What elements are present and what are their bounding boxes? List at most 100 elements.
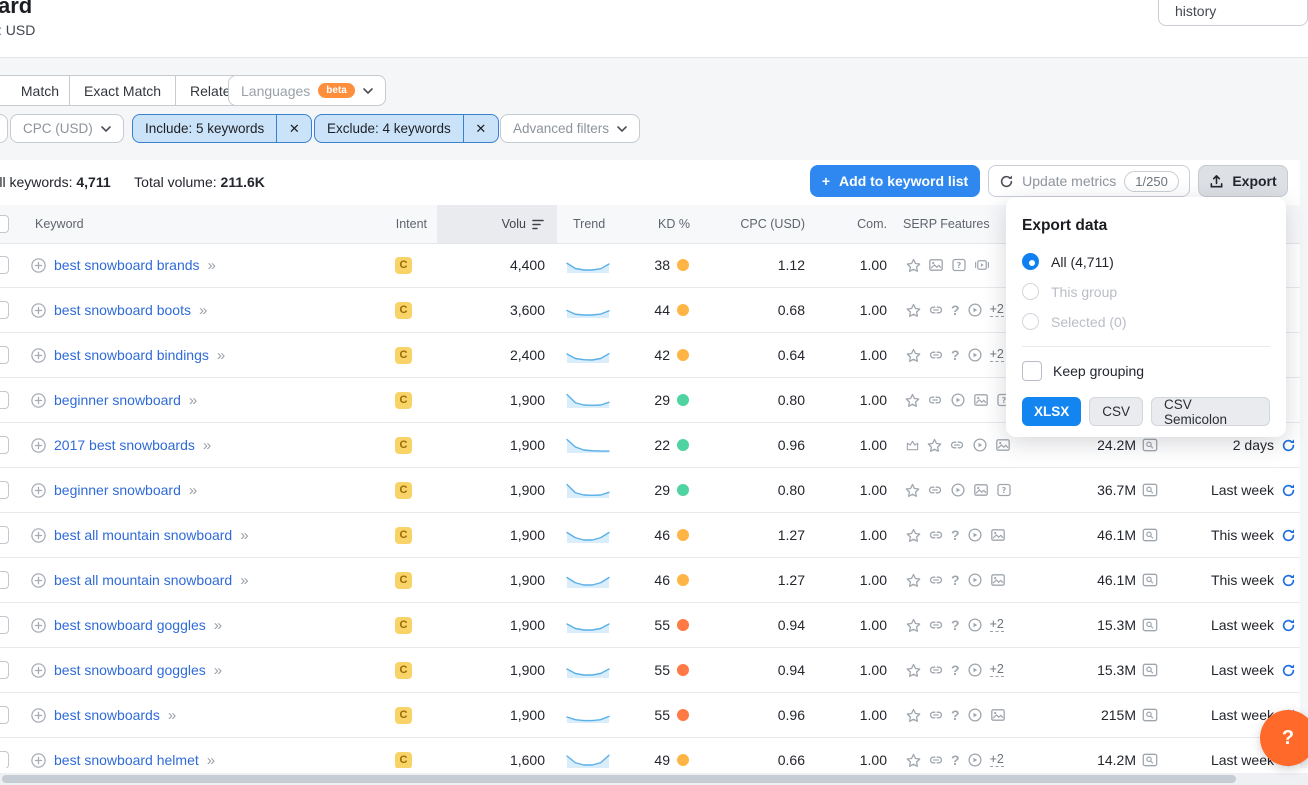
add-to-keyword-list-button[interactable]: + Add to keyword list xyxy=(810,165,980,197)
serp-preview-icon[interactable] xyxy=(1142,617,1158,633)
more-serp-features-link[interactable]: +2 xyxy=(990,663,1004,678)
radio-selected-icon[interactable] xyxy=(1022,253,1039,270)
expand-keyword-icon[interactable]: » xyxy=(203,437,211,454)
add-keyword-icon[interactable] xyxy=(30,482,46,498)
cpc-filter-dropdown[interactable]: CPC (USD) xyxy=(10,114,124,143)
expand-keyword-icon[interactable]: » xyxy=(189,392,197,409)
checkbox-unchecked-icon[interactable] xyxy=(1022,361,1042,381)
keyword-link[interactable]: 2017 best snowboards xyxy=(54,437,195,453)
column-cpc[interactable]: CPC (USD) xyxy=(700,217,810,231)
row-checkbox[interactable] xyxy=(0,346,9,364)
row-checkbox[interactable] xyxy=(0,751,9,768)
export-csv-semicolon-button[interactable]: CSV Semicolon xyxy=(1151,397,1270,426)
more-serp-features-link[interactable]: +2 xyxy=(990,618,1004,633)
table-row[interactable]: beginner snowboard»C1,900290.801.00?36.7… xyxy=(0,468,1300,513)
column-kd[interactable]: KD % xyxy=(625,217,700,231)
add-keyword-icon[interactable] xyxy=(30,392,46,408)
row-checkbox[interactable] xyxy=(0,481,9,499)
column-intent[interactable]: Intent xyxy=(385,217,437,231)
row-checkbox[interactable] xyxy=(0,436,9,454)
add-keyword-icon[interactable] xyxy=(30,752,46,768)
update-metrics-button[interactable]: Update metrics 1/250 xyxy=(988,165,1190,197)
keyword-link[interactable]: best snowboards xyxy=(54,707,160,723)
expand-keyword-icon[interactable]: » xyxy=(214,662,222,679)
remove-include-filter-icon[interactable]: ✕ xyxy=(276,115,311,142)
expand-keyword-icon[interactable]: » xyxy=(199,302,207,319)
add-keyword-icon[interactable] xyxy=(30,347,46,363)
keyword-link[interactable]: best snowboard brands xyxy=(54,257,200,273)
refresh-icon[interactable] xyxy=(1280,482,1296,498)
serp-preview-icon[interactable] xyxy=(1142,662,1158,678)
select-all-checkbox[interactable] xyxy=(0,215,9,233)
keyword-link[interactable]: best all mountain snowboard xyxy=(54,527,232,543)
expand-keyword-icon[interactable]: » xyxy=(189,482,197,499)
row-checkbox[interactable] xyxy=(0,301,9,319)
row-checkbox[interactable] xyxy=(0,256,9,274)
serp-preview-icon[interactable] xyxy=(1142,572,1158,588)
languages-dropdown[interactable]: Languages beta xyxy=(228,75,386,106)
table-row[interactable]: best snowboard helmet»C1,600490.661.00?+… xyxy=(0,738,1300,768)
refresh-icon[interactable] xyxy=(1280,662,1296,678)
expand-keyword-icon[interactable]: » xyxy=(217,347,225,364)
refresh-icon[interactable] xyxy=(1280,437,1296,453)
column-volume-sorted[interactable]: Volu xyxy=(437,205,557,243)
serp-preview-icon[interactable] xyxy=(1142,707,1158,723)
exclude-filter-chip[interactable]: Exclude: 4 keywords ✕ xyxy=(314,114,499,143)
add-keyword-icon[interactable] xyxy=(30,302,46,318)
include-filter-chip[interactable]: Include: 5 keywords ✕ xyxy=(132,114,312,143)
horizontal-scrollbar-thumb[interactable] xyxy=(2,775,1236,783)
expand-keyword-icon[interactable]: » xyxy=(240,572,248,589)
advanced-filters-dropdown[interactable]: Advanced filters xyxy=(500,114,640,143)
column-com[interactable]: Com. xyxy=(810,217,890,231)
table-row[interactable]: best snowboards»C1,900550.961.00?215MLas… xyxy=(0,693,1300,738)
column-keyword[interactable]: Keyword xyxy=(22,217,385,231)
keyword-link[interactable]: best snowboard boots xyxy=(54,302,191,318)
expand-keyword-icon[interactable]: » xyxy=(240,527,248,544)
row-checkbox[interactable] xyxy=(0,616,9,634)
view-search-history-button[interactable]: View search history xyxy=(1158,0,1308,26)
serp-preview-icon[interactable] xyxy=(1142,752,1158,768)
export-option-all[interactable]: All (4,711) xyxy=(1022,253,1270,270)
column-trend[interactable]: Trend xyxy=(557,217,625,231)
keyword-link[interactable]: best all mountain snowboard xyxy=(54,572,232,588)
row-checkbox[interactable] xyxy=(0,526,9,544)
add-keyword-icon[interactable] xyxy=(30,662,46,678)
row-checkbox[interactable] xyxy=(0,391,9,409)
export-button[interactable]: Export xyxy=(1198,165,1288,197)
expand-keyword-icon[interactable]: » xyxy=(208,257,216,274)
more-serp-features-link[interactable]: +2 xyxy=(990,753,1004,768)
remove-exclude-filter-icon[interactable]: ✕ xyxy=(463,115,498,142)
more-serp-features-link[interactable]: +2 xyxy=(990,303,1004,318)
keep-grouping-option[interactable]: Keep grouping xyxy=(1022,361,1270,381)
add-keyword-icon[interactable] xyxy=(30,572,46,588)
row-checkbox[interactable] xyxy=(0,571,9,589)
export-xlsx-button[interactable]: XLSX xyxy=(1022,397,1081,426)
row-checkbox[interactable] xyxy=(0,661,9,679)
row-checkbox[interactable] xyxy=(0,706,9,724)
refresh-icon[interactable] xyxy=(1280,572,1296,588)
keyword-link[interactable]: best snowboard goggles xyxy=(54,662,206,678)
keyword-link[interactable]: best snowboard goggles xyxy=(54,617,206,633)
keyword-link[interactable]: best snowboard helmet xyxy=(54,752,199,768)
tab-exact-match[interactable]: Exact Match xyxy=(69,76,175,105)
export-csv-button[interactable]: CSV xyxy=(1089,397,1143,426)
column-serp-features[interactable]: SERP Features xyxy=(890,217,1010,231)
refresh-icon[interactable] xyxy=(1280,617,1296,633)
expand-keyword-icon[interactable]: » xyxy=(207,752,215,769)
refresh-icon[interactable] xyxy=(1280,527,1296,543)
add-keyword-icon[interactable] xyxy=(30,617,46,633)
keyword-link[interactable]: best snowboard bindings xyxy=(54,347,209,363)
serp-preview-icon[interactable] xyxy=(1142,527,1158,543)
table-row[interactable]: best all mountain snowboard»C1,900461.27… xyxy=(0,558,1300,603)
add-keyword-icon[interactable] xyxy=(30,257,46,273)
keyword-link[interactable]: beginner snowboard xyxy=(54,392,181,408)
table-row[interactable]: best all mountain snowboard»C1,900461.27… xyxy=(0,513,1300,558)
expand-keyword-icon[interactable]: » xyxy=(214,617,222,634)
serp-preview-icon[interactable] xyxy=(1142,437,1158,453)
table-row[interactable]: best snowboard goggles»C1,900550.941.00?… xyxy=(0,648,1300,693)
filter-chip-fragment[interactable] xyxy=(0,114,8,143)
table-row[interactable]: best snowboard goggles»C1,900550.941.00?… xyxy=(0,603,1300,648)
keyword-link[interactable]: beginner snowboard xyxy=(54,482,181,498)
help-button[interactable]: ? xyxy=(1260,710,1308,766)
more-serp-features-link[interactable]: +2 xyxy=(990,348,1004,363)
